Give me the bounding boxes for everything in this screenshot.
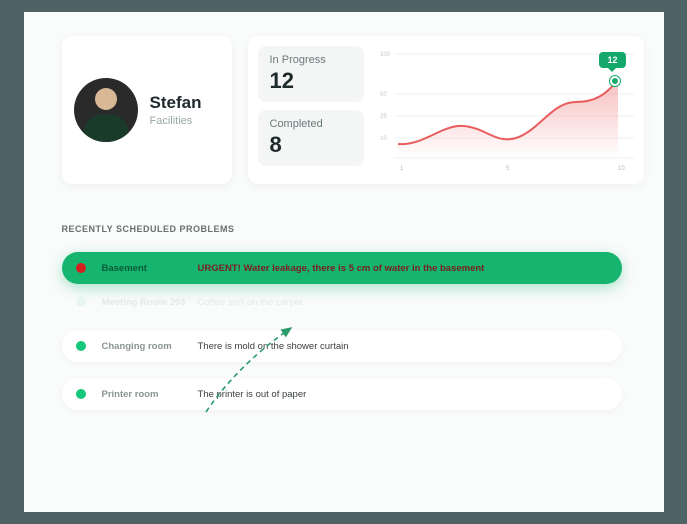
stat-value: 8: [270, 132, 352, 158]
y-tick: 25: [380, 114, 387, 120]
problem-location: Meeting Room 203: [102, 297, 198, 308]
chart-point-icon: [610, 76, 620, 86]
stat-completed[interactable]: Completed 8: [258, 110, 364, 166]
stat-in-progress[interactable]: In Progress 12: [258, 46, 364, 102]
problem-description: There is mold on the shower curtain: [198, 341, 349, 352]
stat-label: In Progress: [270, 54, 352, 66]
chart-tooltip: 12: [599, 52, 625, 68]
sparkline-chart: 100 50 25 10: [374, 46, 634, 174]
top-row: Stefan Facilities In Progress 12 Complet…: [62, 36, 664, 184]
x-tick: 1: [400, 166, 404, 172]
problem-location: Changing room: [102, 341, 198, 352]
profile-name: Stefan: [150, 93, 202, 113]
stat-label: Completed: [270, 118, 352, 130]
problem-description: The printer is out of paper: [198, 389, 307, 400]
problem-description: URGENT! Water leakage, there is 5 cm of …: [198, 263, 485, 274]
y-tick: 10: [380, 136, 387, 142]
status-dot-icon: [76, 341, 86, 351]
problem-location: Basement: [102, 263, 198, 274]
problem-row[interactable]: Printer room The printer is out of paper: [62, 378, 622, 410]
problem-location: Printer room: [102, 389, 198, 400]
status-dot-icon: [76, 297, 86, 307]
problem-row[interactable]: Changing room There is mold on the showe…: [62, 330, 622, 362]
stat-value: 12: [270, 68, 352, 94]
stats-card: In Progress 12 Completed 8 100 50 25 10: [248, 36, 644, 184]
dashboard: Stefan Facilities In Progress 12 Complet…: [24, 12, 664, 512]
status-dot-icon: [76, 263, 86, 273]
problem-row-ghost: Meeting Room 203 Coffee spill on the car…: [62, 286, 622, 318]
status-dot-icon: [76, 389, 86, 399]
avatar[interactable]: [74, 78, 138, 142]
problem-row-urgent[interactable]: Basement URGENT! Water leakage, there is…: [62, 252, 622, 284]
y-tick: 100: [380, 52, 391, 58]
problem-description: Coffee spill on the carpet: [198, 297, 303, 308]
x-tick: 10: [618, 166, 625, 172]
x-tick: 5: [506, 166, 510, 172]
y-tick: 50: [380, 92, 387, 98]
profile-role: Facilities: [150, 115, 202, 127]
profile-card: Stefan Facilities: [62, 36, 232, 184]
section-title: RECENTLY SCHEDULED PROBLEMS: [62, 224, 664, 234]
problems-list: Basement URGENT! Water leakage, there is…: [62, 252, 622, 410]
